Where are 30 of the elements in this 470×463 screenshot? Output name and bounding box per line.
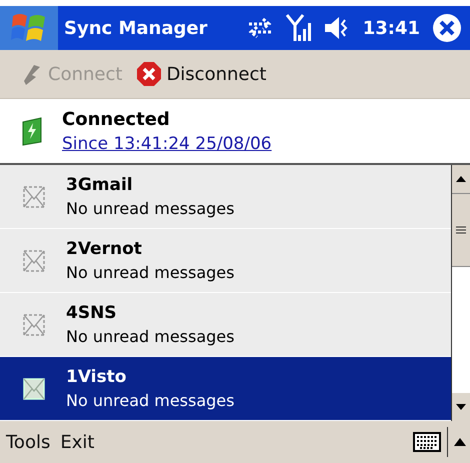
account-detail: No unread messages xyxy=(66,391,234,410)
account-detail: No unread messages xyxy=(66,199,234,218)
scroll-down-button[interactable] xyxy=(452,393,470,421)
status-title: Connected xyxy=(62,108,171,130)
close-icon[interactable] xyxy=(432,13,462,43)
menu-item[interactable]: Tools xyxy=(4,432,52,452)
disconnect-button[interactable]: Disconnect xyxy=(132,61,270,87)
scroll-up-button[interactable] xyxy=(452,165,470,193)
account-row[interactable]: 2Vernot No unread messages xyxy=(0,229,451,293)
stop-x-icon xyxy=(136,61,162,87)
start-button[interactable] xyxy=(0,6,58,50)
caret-up-icon[interactable] xyxy=(454,438,466,446)
connection-icon xyxy=(20,116,44,146)
account-name: 1Visto xyxy=(66,367,128,387)
menu-item[interactable]: Exit xyxy=(58,432,96,452)
account-detail: No unread messages xyxy=(66,327,234,346)
scroll-thumb[interactable] xyxy=(452,193,470,267)
down-arrow-icon xyxy=(456,404,466,410)
window-title: Sync Manager xyxy=(64,18,208,38)
clock-time[interactable]: 13:41 xyxy=(362,18,420,38)
account-name: 4SNS xyxy=(66,303,118,323)
account-name: 3Gmail xyxy=(66,175,134,195)
account-row[interactable]: 3Gmail No unread messages xyxy=(0,165,451,229)
up-arrow-icon xyxy=(456,176,466,182)
account-name: 2Vernot xyxy=(66,239,143,259)
account-row[interactable]: 4SNS No unread messages xyxy=(0,293,451,357)
account-detail: No unread messages xyxy=(66,263,234,282)
signal-icon[interactable] xyxy=(284,13,311,43)
account-row[interactable]: 1Visto No unread messages xyxy=(0,357,451,421)
connected-since-link[interactable]: Since 13:41:24 25/08/06 xyxy=(62,134,272,154)
